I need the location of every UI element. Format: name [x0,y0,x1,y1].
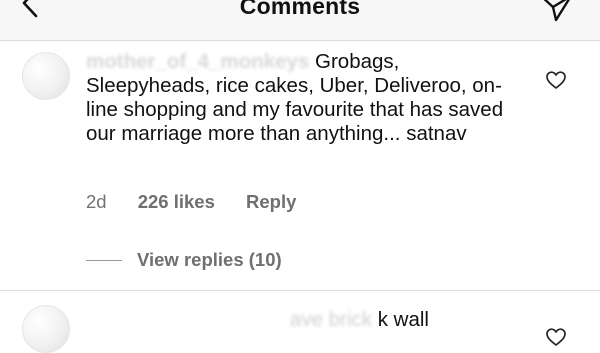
comment-timestamp: 2d [86,191,107,212]
comment-body: ave brick k wall [290,308,429,331]
comment-likes-count[interactable]: 226 likes [138,191,215,213]
avatar[interactable] [22,52,70,100]
comment-item: mother_of_4_monkeys Grobags, Sleepyheads… [0,0,600,290]
comment-username[interactable]: mother_of_4_monkeys [86,50,309,73]
heart-outline-icon[interactable] [545,70,567,90]
comment-meta: 2d 226 likes Reply [86,191,296,213]
comment-text: mother_of_4_monkeys Grobags, Sleepyheads… [86,50,526,146]
heart-outline-icon[interactable] [545,327,567,347]
reply-button[interactable]: Reply [246,191,296,213]
replies-divider-line [86,260,122,261]
comment-text: the_one_who_hit ave brick k wall [290,308,530,332]
view-replies-label: View replies (10) [137,249,282,270]
comment-item: the_one_who_hit ave brick k wall [0,291,600,353]
avatar[interactable] [22,305,70,353]
